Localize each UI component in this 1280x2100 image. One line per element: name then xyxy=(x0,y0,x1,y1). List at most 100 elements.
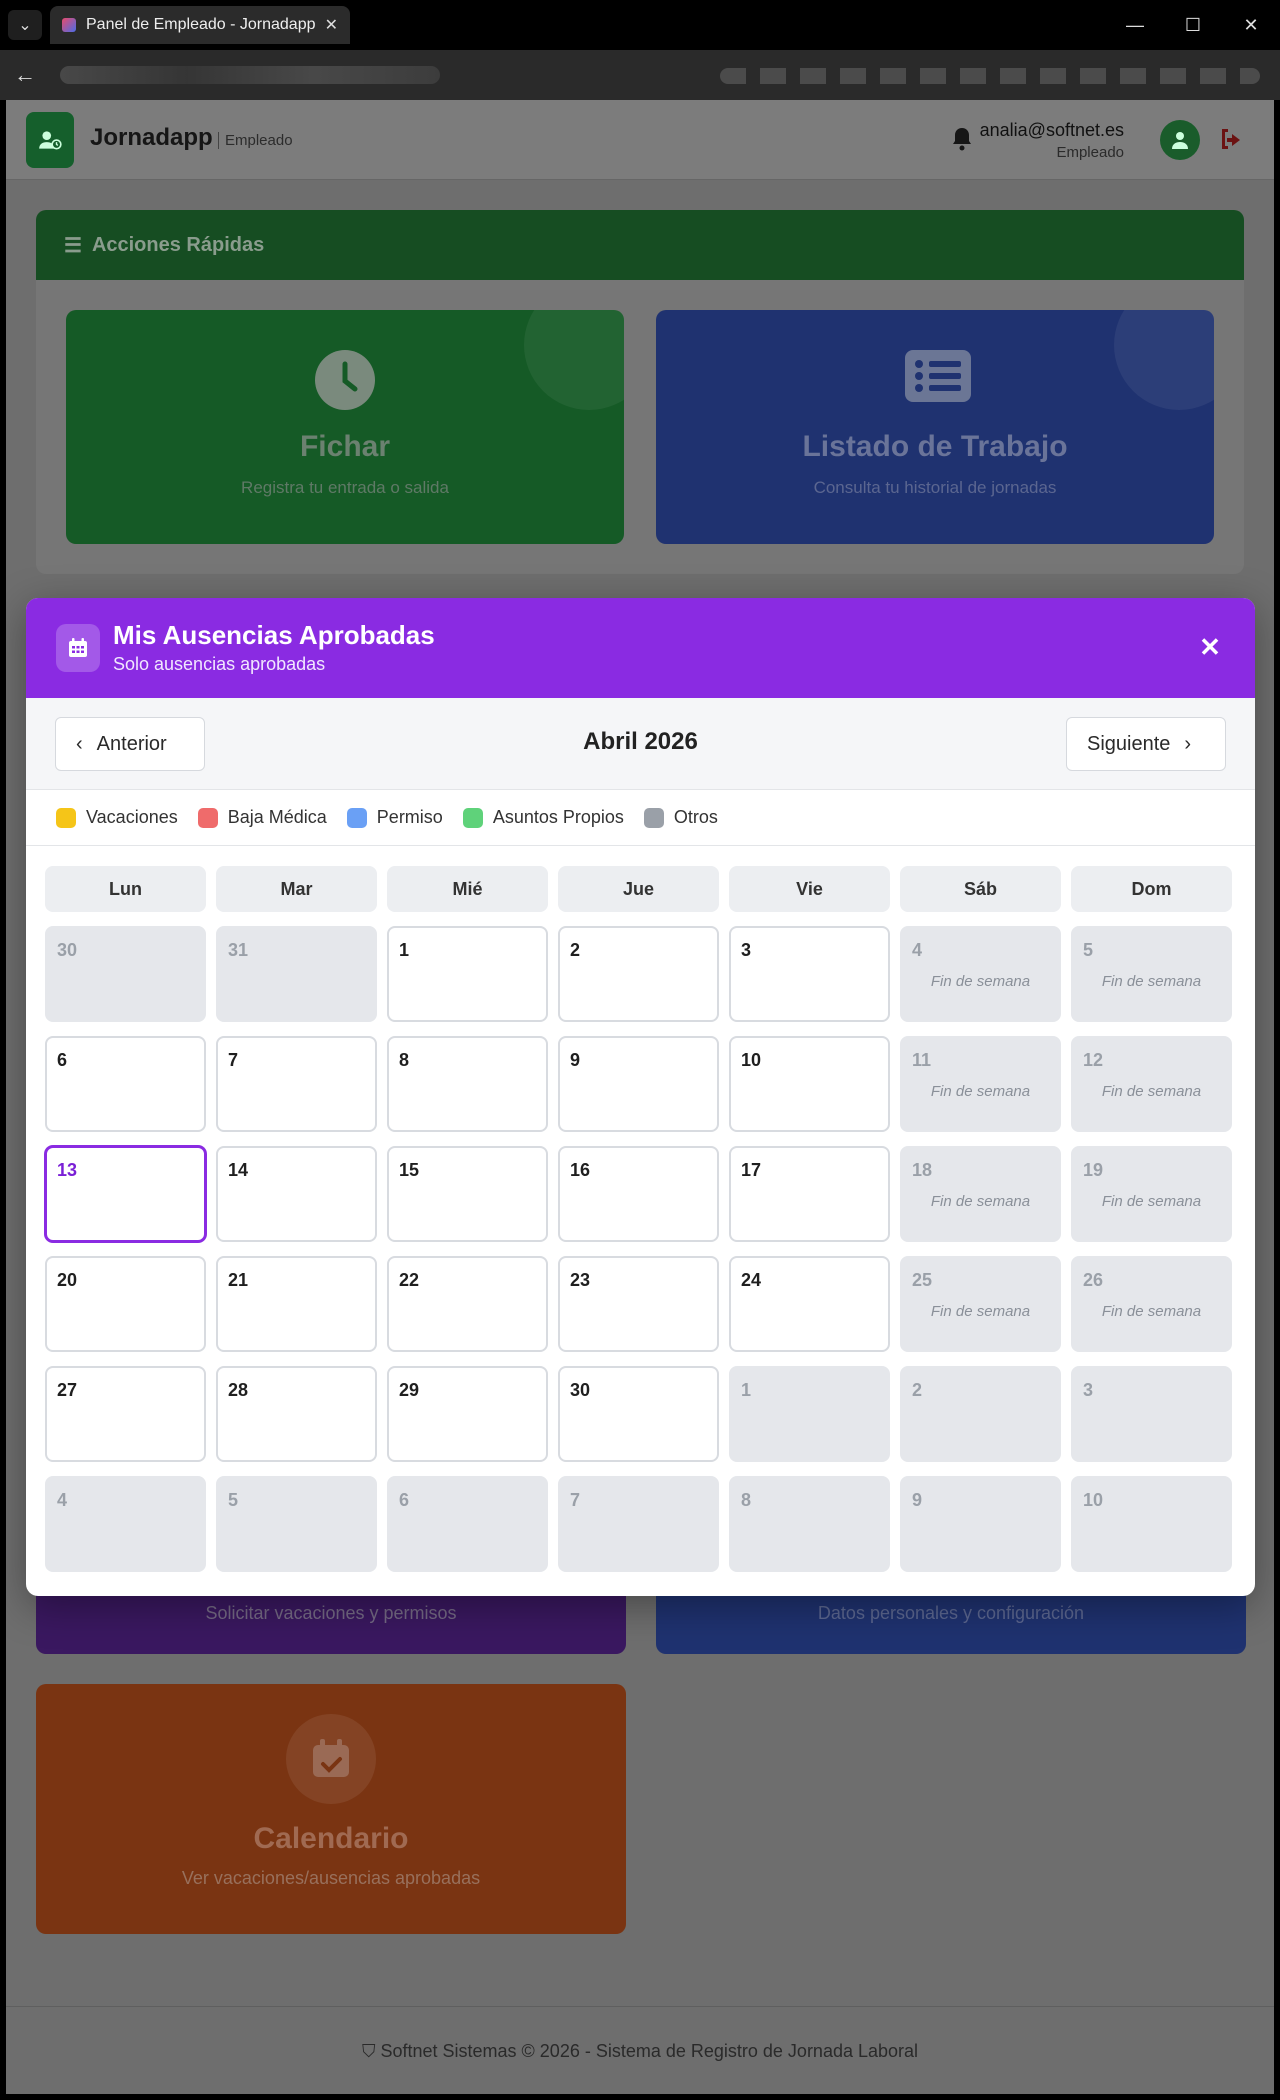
brand-role: Empleado xyxy=(218,132,293,149)
weekday-header: Vie xyxy=(729,866,890,912)
calendar-day-weekend[interactable]: 11 Fin de semana xyxy=(900,1036,1061,1132)
day-number: 1 xyxy=(741,1380,752,1400)
calendar-day[interactable]: 14 xyxy=(216,1146,377,1242)
calendar-day[interactable]: 13 xyxy=(45,1146,206,1242)
tab-title: Panel de Empleado - Jornadapp xyxy=(86,16,315,33)
logout-icon[interactable] xyxy=(1218,126,1248,154)
day-number: 10 xyxy=(1083,1490,1104,1510)
calendar-day[interactable]: 1 xyxy=(387,926,548,1022)
calendar-day[interactable]: 9 xyxy=(558,1036,719,1132)
calendar-day[interactable]: 10 xyxy=(729,1036,890,1132)
day-number: 31 xyxy=(228,940,249,960)
calendar-day[interactable]: 20 xyxy=(45,1256,206,1352)
legend-item: Otros xyxy=(643,807,718,828)
day-number: 9 xyxy=(912,1490,923,1510)
day-number: 6 xyxy=(57,1050,68,1070)
calendar-day-outside-month: 7 xyxy=(558,1476,719,1572)
browser-toolbar-icons xyxy=(720,68,1260,84)
calendar-day[interactable]: 15 xyxy=(387,1146,548,1242)
calendar-day[interactable]: 28 xyxy=(216,1366,377,1462)
tab-close-icon[interactable]: ✕ xyxy=(325,15,338,35)
calendar-icon xyxy=(56,624,100,672)
weekday-header: Lun xyxy=(45,866,206,912)
calendar-card[interactable]: Calendario Ver vacaciones/ausencias apro… xyxy=(36,1684,626,1934)
calendar-day-weekend[interactable]: 12 Fin de semana xyxy=(1071,1036,1232,1132)
close-window-icon[interactable]: ✕ xyxy=(1222,0,1280,50)
calendar-day[interactable]: 30 xyxy=(558,1366,719,1462)
bell-icon[interactable] xyxy=(950,126,976,154)
legend-swatch xyxy=(346,807,367,828)
day-number: 9 xyxy=(570,1050,581,1070)
next-month-button[interactable]: Siguiente › xyxy=(1066,717,1226,771)
legend-swatch xyxy=(197,807,218,828)
calendar-day-weekend[interactable]: 18 Fin de semana xyxy=(900,1146,1061,1242)
close-icon[interactable]: ✕ xyxy=(1195,632,1225,662)
calendar-day[interactable]: 6 xyxy=(45,1036,206,1132)
day-number: 8 xyxy=(399,1050,410,1070)
legend-label: Otros xyxy=(673,807,718,827)
calendar-day[interactable]: 3 xyxy=(729,926,890,1022)
clock-in-card[interactable]: Fichar Registra tu entrada o salida xyxy=(66,310,624,544)
day-number: 23 xyxy=(570,1270,591,1290)
calendar-day[interactable]: 16 xyxy=(558,1146,719,1242)
back-arrow-icon[interactable]: ← xyxy=(10,60,40,90)
calendar-day-outside-month: 1 xyxy=(729,1366,890,1462)
url-field[interactable] xyxy=(60,66,440,84)
weekend-label: Fin de semana xyxy=(1101,973,1202,990)
calendar-day-outside-month: 10 xyxy=(1071,1476,1232,1572)
brand-logo-icon xyxy=(26,112,74,168)
calendar-card-title: Calendario xyxy=(253,1822,409,1855)
maximize-icon[interactable]: ☐ xyxy=(1164,0,1222,50)
minimize-icon[interactable]: — xyxy=(1106,0,1164,50)
legend-item: Asuntos Propios xyxy=(462,807,624,828)
day-number: 29 xyxy=(399,1380,420,1400)
window-controls: — ☐ ✕ xyxy=(1106,0,1280,50)
calendar-day-outside-month: 3 xyxy=(1071,1366,1232,1462)
day-number: 16 xyxy=(570,1160,591,1180)
calendar-day-weekend[interactable]: 26 Fin de semana xyxy=(1071,1256,1232,1352)
calendar-week-row: 27 28 29 30 1 2 3 xyxy=(45,1366,1236,1462)
weekend-label: Fin de semana xyxy=(1101,1193,1202,1210)
calendar-day-weekend[interactable]: 25 Fin de semana xyxy=(900,1256,1061,1352)
calendar-day[interactable]: 22 xyxy=(387,1256,548,1352)
calendar-day[interactable]: 24 xyxy=(729,1256,890,1352)
user-avatar-icon[interactable] xyxy=(1160,120,1200,160)
work-list-subtitle: Consulta tu historial de jornadas xyxy=(813,478,1057,497)
calendar-day-weekend[interactable]: 19 Fin de semana xyxy=(1071,1146,1232,1242)
calendar-day[interactable]: 7 xyxy=(216,1036,377,1132)
clock-in-title: Fichar xyxy=(299,430,391,463)
calendar-day-weekend[interactable]: 5 Fin de semana xyxy=(1071,926,1232,1022)
brand-name: Jornadapp xyxy=(90,124,213,151)
legend-label: Permiso xyxy=(376,807,443,827)
user-email: analia@softnet.es xyxy=(979,120,1124,140)
clock-in-subtitle: Registra tu entrada o salida xyxy=(241,478,449,497)
calendar-week-row: 20 21 22 23 24 25 Fin de semana 26 Fin de semana xyxy=(45,1256,1236,1352)
legend-label: Asuntos Propios xyxy=(492,807,624,827)
tab-list-button[interactable]: ⌄ xyxy=(8,10,42,40)
day-number: 10 xyxy=(741,1050,762,1070)
footer: ⛉ Softnet Sistemas © 2026 - Sistema de R… xyxy=(6,2006,1274,2094)
calendar-day[interactable]: 17 xyxy=(729,1146,890,1242)
day-number: 17 xyxy=(741,1160,762,1180)
calendar-day[interactable]: 29 xyxy=(387,1366,548,1462)
day-number: 7 xyxy=(228,1050,239,1070)
calendar-day[interactable]: 21 xyxy=(216,1256,377,1352)
calendar-day[interactable]: 8 xyxy=(387,1036,548,1132)
day-number: 22 xyxy=(399,1270,420,1290)
calendar-day[interactable]: 2 xyxy=(558,926,719,1022)
quick-actions-header: ☰ Acciones Rápidas xyxy=(36,210,1244,280)
day-number: 13 xyxy=(57,1160,78,1180)
calendar-day[interactable]: 23 xyxy=(558,1256,719,1352)
browser-tab[interactable]: Panel de Empleado - Jornadapp ✕ xyxy=(50,6,350,44)
day-number: 7 xyxy=(570,1490,581,1510)
weekday-header: Dom xyxy=(1071,866,1232,912)
work-list-card[interactable]: Listado de Trabajo Consulta tu historial… xyxy=(656,310,1214,544)
address-bar: ← xyxy=(0,50,1280,100)
day-number: 26 xyxy=(1083,1270,1104,1290)
calendar-day[interactable]: 27 xyxy=(45,1366,206,1462)
calendar-day-weekend[interactable]: 4 Fin de semana xyxy=(900,926,1061,1022)
day-number: 21 xyxy=(228,1270,249,1290)
calendar-day-outside-month: 4 xyxy=(45,1476,206,1572)
weekend-label: Fin de semana xyxy=(1101,1083,1202,1100)
chevron-right-icon: › xyxy=(1184,732,1192,755)
